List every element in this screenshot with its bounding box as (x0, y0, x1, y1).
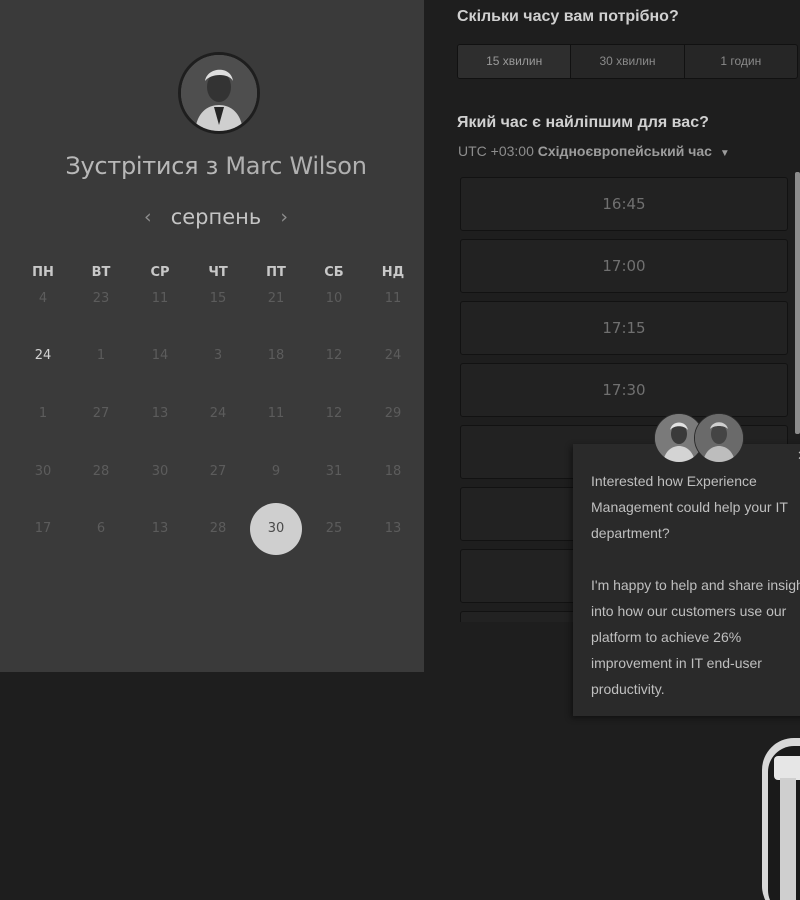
calendar-day[interactable]: 10 (305, 280, 363, 318)
calendar-day[interactable]: 17 (14, 510, 72, 548)
slot-list-scrollbar[interactable] (795, 172, 800, 434)
month-label: серпень (170, 205, 262, 229)
calendar-day[interactable]: 1 (72, 337, 130, 375)
weekday-label: НД (381, 265, 405, 280)
calendar-day[interactable]: 13 (131, 510, 189, 548)
calendar-day-selected[interactable]: 30 (250, 503, 302, 555)
chat-popup: ✕ Interested how Experience Management c… (573, 444, 800, 716)
calendar-day[interactable]: 14 (131, 337, 189, 375)
person-portrait-icon (695, 414, 743, 462)
host-calendar-panel: Зустрітися з Marc Wilson ‹ серпень › ПН В… (0, 0, 424, 672)
chat-agent-avatar-2 (694, 413, 744, 463)
weekday-label: ПТ (266, 265, 286, 280)
calendar-day[interactable]: 28 (189, 510, 247, 548)
calendar-day[interactable]: 31 (305, 453, 363, 491)
timezone-selector[interactable]: UTC +03:00 Східноєвропейський час ▼ (458, 143, 730, 159)
calendar-day[interactable]: 6 (72, 510, 130, 548)
calendar-day[interactable]: 15 (189, 280, 247, 318)
calendar-day[interactable]: 25 (305, 510, 363, 548)
calendar-day[interactable]: 24 (14, 337, 72, 375)
calendar-day[interactable]: 4 (14, 280, 72, 318)
calendar-day[interactable]: 29 (364, 395, 422, 433)
duration-question: Скільки часу вам потрібно? (457, 8, 679, 25)
time-slot-button[interactable]: 17:30 (460, 363, 788, 417)
weekday-label: ЧТ (208, 265, 228, 280)
calendar-day[interactable]: 1 (14, 395, 72, 433)
calendar-day[interactable]: 9 (247, 453, 305, 491)
weekday-label: СБ (324, 265, 344, 280)
meeting-title: Зустрітися з Marc Wilson (0, 152, 432, 180)
meeting-title-prefix: Зустрітися з (65, 152, 219, 180)
duration-options: 15 хвилин 30 хвилин 1 годин (457, 44, 798, 79)
chat-paragraph-2: I'm happy to help and share insight into… (591, 577, 800, 697)
calendar-grid: 4 23 11 15 21 10 11 24 1 14 3 18 12 24 1 27 13 24 11 12 29 30… (14, 280, 422, 570)
calendar-day[interactable]: 23 (72, 280, 130, 318)
duration-option-button[interactable]: 15 хвилин (458, 45, 572, 78)
calendar-day[interactable]: 28 (72, 453, 130, 491)
duration-option-button[interactable]: 1 годин (685, 45, 797, 78)
weekday-label: СР (150, 265, 170, 280)
host-name: Marc Wilson (225, 152, 367, 180)
duration-option-button[interactable]: 30 хвилин (571, 45, 685, 78)
time-question: Який час є найліпшим для вас? (457, 114, 709, 131)
calendar-day[interactable]: 24 (189, 395, 247, 433)
chevron-right-icon[interactable]: › (276, 206, 292, 228)
calendar-day[interactable]: 21 (247, 280, 305, 318)
timezone-name: Східноєвропейський час (537, 143, 712, 159)
calendar-day[interactable]: 30 (14, 453, 72, 491)
calendar-day[interactable]: 11 (364, 280, 422, 318)
timezone-offset: UTC +03:00 (458, 143, 534, 159)
calendar-day[interactable]: 24 (364, 337, 422, 375)
calendar-day[interactable]: 11 (131, 280, 189, 318)
calendar-day[interactable]: 13 (364, 510, 422, 548)
calendar-day[interactable]: 12 (305, 395, 363, 433)
time-slot-button[interactable]: 16:45 (460, 177, 788, 231)
chat-launcher-button[interactable] (758, 738, 800, 900)
chat-launcher-icon (762, 738, 800, 900)
calendar-day[interactable]: 11 (247, 395, 305, 433)
weekday-label: ПН (32, 265, 54, 280)
chat-paragraph-1: Interested how Experience Management cou… (591, 473, 788, 541)
calendar-day[interactable]: 18 (364, 453, 422, 491)
weekday-label: ВТ (91, 265, 111, 280)
time-slot-button[interactable]: 17:15 (460, 301, 788, 355)
scheduler-page: Зустрітися з Marc Wilson ‹ серпень › ПН В… (0, 0, 800, 900)
calendar-day[interactable]: 13 (131, 395, 189, 433)
caret-down-icon: ▼ (719, 148, 730, 159)
person-portrait-icon (181, 55, 257, 131)
calendar-day[interactable]: 12 (305, 337, 363, 375)
time-slot-button[interactable]: 17:00 (460, 239, 788, 293)
calendar-day[interactable]: 27 (72, 395, 130, 433)
calendar-day[interactable]: 18 (247, 337, 305, 375)
calendar-day[interactable]: 30 (131, 453, 189, 491)
chevron-left-icon[interactable]: ‹ (140, 206, 156, 228)
calendar-day[interactable]: 3 (189, 337, 247, 375)
chat-message: Interested how Experience Management cou… (591, 468, 800, 702)
calendar-day[interactable]: 27 (189, 453, 247, 491)
month-navigation: ‹ серпень › (140, 201, 292, 233)
host-avatar (178, 52, 260, 134)
